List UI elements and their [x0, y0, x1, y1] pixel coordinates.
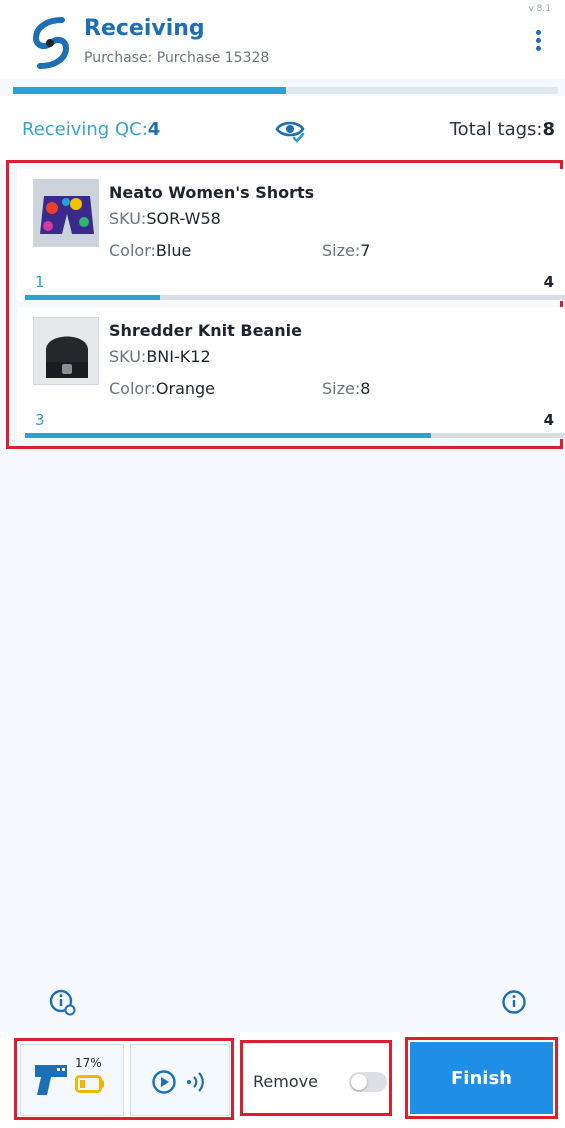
product-size: Size:7 — [322, 241, 371, 260]
product-size: Size:8 — [322, 379, 371, 398]
product-sku: SKU:SOR-W58 — [109, 209, 221, 228]
product-name: Shredder Knit Beanie — [109, 321, 302, 340]
overall-progress-bar — [13, 87, 558, 94]
play-icon — [152, 1070, 176, 1094]
receiving-qc-label: Receiving QC: — [22, 119, 148, 140]
scanner-gun-icon — [35, 1065, 67, 1095]
product-image-beanie — [33, 317, 99, 385]
list-item[interactable]: Shredder Knit Beanie SKU:BNI-K12 Color:O… — [17, 307, 565, 439]
overall-progress-fill — [13, 87, 286, 94]
version-label: v 8.1 — [528, 4, 552, 14]
total-tags: Total tags:8 — [450, 119, 555, 140]
expected-count: 4 — [543, 411, 554, 429]
product-color: Color:Blue — [109, 241, 192, 260]
item-progress-bar — [25, 295, 565, 300]
toggle-knob — [351, 1074, 367, 1090]
expected-count: 4 — [543, 273, 554, 291]
total-tags-label: Total tags: — [449, 119, 543, 140]
info-icon[interactable] — [500, 988, 528, 1016]
remove-toggle[interactable] — [349, 1072, 387, 1092]
info-settings-icon[interactable] — [48, 988, 76, 1016]
view-eye-icon[interactable] — [275, 118, 305, 144]
battery-level: 17% — [75, 1056, 102, 1070]
battery-icon — [75, 1075, 104, 1093]
summary-bar: Receiving QC:4 Total tags:8 — [0, 96, 565, 164]
app-header: Receiving Purchase: Purchase 15328 v 8.1 — [0, 0, 565, 78]
page-title: Receiving — [84, 16, 205, 41]
receiving-qc-value: 4 — [147, 119, 161, 140]
scanned-count: 3 — [35, 411, 45, 429]
finish-button[interactable]: Finish — [410, 1042, 553, 1114]
more-menu-icon[interactable] — [528, 30, 548, 60]
start-scan-button[interactable] — [130, 1044, 230, 1116]
item-progress-fill — [25, 433, 431, 438]
item-progress-bar — [25, 433, 565, 438]
remove-toggle-group: Remove — [240, 1040, 392, 1116]
scanned-count: 1 — [35, 273, 45, 291]
item-progress-fill — [25, 295, 161, 300]
item-list: Neato Women's Shorts SKU:SOR-W58 Color:B… — [6, 160, 565, 449]
rfid-signal-icon — [187, 1072, 204, 1092]
product-name: Neato Women's Shorts — [109, 183, 315, 202]
product-sku: SKU:BNI-K12 — [109, 347, 211, 366]
product-color: Color:Orange — [109, 379, 216, 398]
scanner-device-button[interactable]: 17% — [20, 1044, 124, 1116]
product-image-shorts — [33, 179, 99, 247]
app-logo-icon — [32, 17, 70, 69]
total-tags-value: 8 — [542, 119, 555, 140]
list-item[interactable]: Neato Women's Shorts SKU:SOR-W58 Color:B… — [17, 169, 565, 301]
remove-label: Remove — [253, 1072, 318, 1091]
receiving-qc: Receiving QC:4 — [22, 119, 160, 140]
page-subtitle: Purchase: Purchase 15328 — [84, 50, 270, 66]
